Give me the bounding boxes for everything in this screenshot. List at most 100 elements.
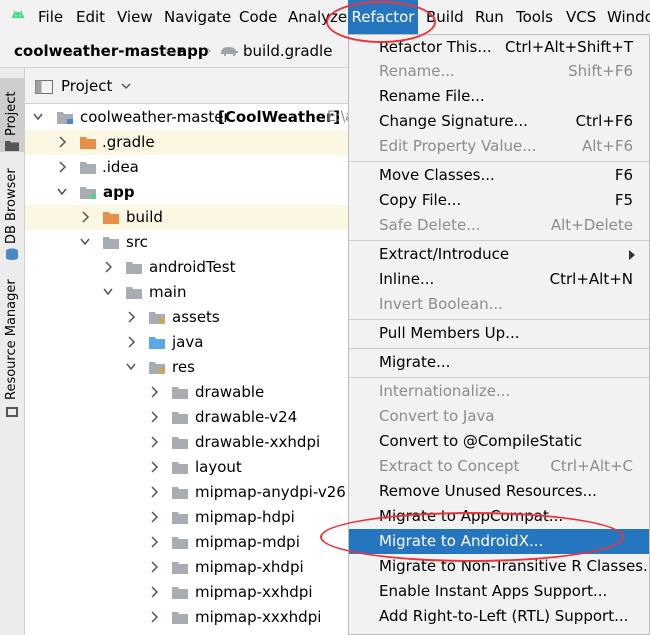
- chevron-right-icon[interactable]: [149, 586, 159, 598]
- chevron-right-icon: ›: [164, 43, 170, 59]
- menu-item-migrate-to-non-transitive-r[interactable]: Migrate to Non-Transitive R Classes...: [349, 554, 649, 579]
- menu-item-rename-file[interactable]: Rename File...: [349, 84, 649, 109]
- tree-node[interactable]: assets: [25, 305, 350, 330]
- tree-node[interactable]: .idea: [25, 155, 350, 180]
- chevron-right-icon[interactable]: [80, 211, 90, 223]
- menu-item-shortcut: F6: [614, 166, 633, 184]
- chevron-down-icon[interactable]: [121, 83, 131, 90]
- chevron-right-icon[interactable]: [149, 511, 159, 523]
- chevron-right-icon[interactable]: [149, 536, 159, 548]
- menu-navigate[interactable]: Navigate: [164, 0, 231, 34]
- tree-node[interactable]: drawable: [25, 380, 350, 405]
- tree-node[interactable]: androidTest: [25, 255, 350, 280]
- breadcrumb-module[interactable]: app: [177, 34, 209, 68]
- menu-analyze[interactable]: Analyze: [288, 0, 347, 34]
- chevron-down-icon[interactable]: [57, 186, 67, 198]
- tree-node-label: src: [126, 233, 148, 251]
- tree-node[interactable]: drawable-xxhdpi: [25, 430, 350, 455]
- menu-item-change-signature[interactable]: Change Signature... Ctrl+F6: [349, 109, 649, 134]
- menu-item-enable-instant-apps[interactable]: Enable Instant Apps Support...: [349, 579, 649, 604]
- chevron-right-icon[interactable]: [126, 336, 136, 348]
- menu-item-remove-unused-resources[interactable]: Remove Unused Resources...: [349, 479, 649, 504]
- chevron-right-icon[interactable]: [149, 611, 159, 623]
- tree-node-label: mipmap-xxxhdpi: [195, 608, 322, 626]
- tool-tab-resource-manager[interactable]: Resource Manager: [0, 279, 25, 420]
- menu-item-extract-to-concept[interactable]: Extract to Concept Ctrl+Alt+C: [349, 454, 649, 479]
- menu-item-shortcut: Shift+F6: [568, 62, 633, 80]
- menu-item-pull-members-up[interactable]: Pull Members Up...: [349, 321, 649, 346]
- folder-icon: [126, 262, 142, 274]
- menu-item-migrate-to-appcompat[interactable]: Migrate to AppCompat...: [349, 504, 649, 529]
- menu-item-shortcut: Ctrl+Alt+C: [550, 457, 633, 475]
- menu-item-convert-to-compilestatic[interactable]: Convert to @CompileStatic: [349, 429, 649, 454]
- menu-item-rename[interactable]: Rename... Shift+F6: [349, 59, 649, 84]
- tree-node[interactable]: drawable-v24: [25, 405, 350, 430]
- tool-tab-db-browser[interactable]: DB Browser: [0, 166, 25, 266]
- chevron-right-icon[interactable]: [149, 411, 159, 423]
- chevron-right-icon[interactable]: [149, 386, 159, 398]
- menu-item-internationalize[interactable]: Internationalize...: [349, 379, 649, 404]
- menu-edit[interactable]: Edit: [76, 0, 105, 34]
- menu-code[interactable]: Code: [239, 0, 277, 34]
- tree-node[interactable]: .gradle: [25, 130, 350, 155]
- chevron-right-icon[interactable]: [149, 436, 159, 448]
- chevron-right-icon[interactable]: [149, 561, 159, 573]
- menu-build[interactable]: Build: [426, 0, 464, 34]
- tree-node-label: drawable-v24: [195, 408, 298, 426]
- menu-item-copy-file[interactable]: Copy File... F5: [349, 188, 649, 213]
- menu-item-add-rtl-support[interactable]: Add Right-to-Left (RTL) Support...: [349, 604, 649, 629]
- tree-node-root[interactable]: coolweather-master [CoolWeather] E:\a: [25, 105, 350, 130]
- tree-node[interactable]: build: [25, 205, 350, 230]
- chevron-right-icon[interactable]: [149, 461, 159, 473]
- menu-item-inline[interactable]: Inline... Ctrl+Alt+N: [349, 267, 649, 292]
- tree-node[interactable]: res: [25, 355, 350, 380]
- menu-view[interactable]: View: [117, 0, 153, 34]
- menu-refactor[interactable]: Refactor: [348, 0, 418, 34]
- menu-run[interactable]: Run: [475, 0, 504, 34]
- chevron-right-icon[interactable]: [149, 486, 159, 498]
- tool-tab-project[interactable]: Project: [0, 78, 25, 152]
- menu-item-label: Add Right-to-Left (RTL) Support...: [379, 607, 629, 625]
- menu-item-edit-property-value[interactable]: Edit Property Value... Alt+F6: [349, 134, 649, 159]
- chevron-down-icon[interactable]: [126, 361, 136, 373]
- menu-item-extract-introduce[interactable]: Extract/Introduce: [349, 242, 649, 267]
- chevron-right-icon[interactable]: [57, 161, 67, 173]
- menu-tools[interactable]: Tools: [516, 0, 553, 34]
- menu-item-migrate-to-androidx[interactable]: Migrate to AndroidX...: [349, 529, 649, 554]
- tree-node[interactable]: mipmap-anydpi-v26: [25, 480, 350, 505]
- excluded-folder-icon: [103, 212, 119, 224]
- menu-item-invert-boolean[interactable]: Invert Boolean...: [349, 292, 649, 317]
- tree-node[interactable]: mipmap-xxhdpi: [25, 580, 350, 605]
- tree-node-label: .idea: [102, 158, 139, 176]
- chevron-down-icon[interactable]: [103, 286, 113, 298]
- chevron-right-icon[interactable]: [57, 136, 67, 148]
- tree-node[interactable]: layout: [25, 455, 350, 480]
- tree-node[interactable]: main: [25, 280, 350, 305]
- project-view-selector[interactable]: Project: [61, 68, 112, 104]
- chevron-right-icon[interactable]: [126, 311, 136, 323]
- chevron-down-icon[interactable]: [80, 236, 90, 248]
- menu-vcs[interactable]: VCS: [566, 0, 596, 34]
- tree-node-label: assets: [172, 308, 220, 326]
- menu-bar: File Edit View Navigate Code Analyze Ref…: [0, 0, 650, 34]
- breadcrumb-project[interactable]: coolweather-master: [14, 34, 184, 68]
- tree-node[interactable]: src: [25, 230, 350, 255]
- tree-node[interactable]: mipmap-xxxhdpi: [25, 605, 350, 630]
- menu-window[interactable]: Windo: [607, 0, 650, 34]
- menu-item-migrate[interactable]: Migrate...: [349, 350, 649, 375]
- breadcrumb-file[interactable]: build.gradle: [243, 34, 332, 68]
- chevron-down-icon[interactable]: [33, 111, 43, 123]
- menu-file[interactable]: File: [38, 0, 63, 34]
- menu-item-refactor-this[interactable]: Refactor This... Ctrl+Alt+Shift+T: [349, 35, 649, 60]
- tree-node[interactable]: app: [25, 180, 350, 205]
- gradle-elephant-icon: [221, 47, 238, 56]
- tree-node[interactable]: mipmap-mdpi: [25, 530, 350, 555]
- tree-node[interactable]: mipmap-hdpi: [25, 505, 350, 530]
- menu-item-safe-delete[interactable]: Safe Delete... Alt+Delete: [349, 213, 649, 238]
- chevron-right-icon[interactable]: [103, 261, 113, 273]
- menu-item-move-classes[interactable]: Move Classes... F6: [349, 163, 649, 188]
- tree-node[interactable]: mipmap-xhdpi: [25, 555, 350, 580]
- tree-node[interactable]: java: [25, 330, 350, 355]
- menu-item-shortcut: Alt+Delete: [550, 216, 633, 234]
- menu-item-convert-to-java[interactable]: Convert to Java: [349, 404, 649, 429]
